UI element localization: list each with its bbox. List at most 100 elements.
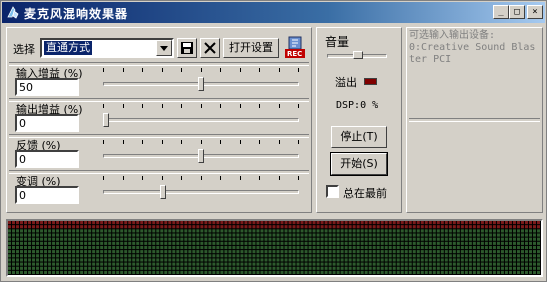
spectrum-cell: [56, 225, 60, 229]
spectrum-cell: [416, 266, 420, 270]
spectrum-cell: [184, 266, 188, 270]
spectrum-cell: [328, 229, 332, 233]
spectrum-cell: [28, 229, 32, 233]
output-gain-field[interactable]: 0: [15, 114, 79, 132]
input-gain-field[interactable]: 50: [15, 78, 79, 96]
spectrum-cell: [496, 245, 500, 250]
spectrum-cell: [308, 225, 312, 229]
spectrum-cell: [532, 245, 536, 250]
spectrum-cell: [408, 270, 412, 274]
spectrum-cell: [388, 270, 392, 274]
spectrum-cell: [164, 221, 168, 225]
spectrum-cell: [432, 229, 436, 233]
spectrum-cell: [452, 225, 456, 229]
spectrum-cell: [128, 262, 132, 266]
output-gain-thumb[interactable]: [103, 113, 109, 127]
pitch-field[interactable]: 0: [15, 186, 79, 204]
spectrum-cell: [504, 229, 508, 233]
spectrum-cell: [332, 233, 336, 237]
spectrum-cell: [280, 229, 284, 233]
spectrum-cell: [388, 250, 392, 254]
spectrum-cell: [140, 245, 144, 250]
spectrum-cell: [388, 241, 392, 245]
start-button[interactable]: 开始(S): [330, 152, 388, 176]
spectrum-cell: [432, 221, 436, 225]
spectrum-cell: [256, 270, 260, 274]
spectrum-cell: [200, 241, 204, 245]
spectrum-cell: [104, 270, 108, 274]
spectrum-cell: [132, 221, 136, 225]
spectrum-cell: [100, 225, 104, 229]
spectrum-cell: [452, 245, 456, 250]
spectrum-cell: [288, 266, 292, 270]
spectrum-cell: [420, 225, 424, 229]
feedback-thumb[interactable]: [198, 149, 204, 163]
slider-tick: [123, 68, 124, 72]
spectrum-cell: [52, 250, 56, 254]
spectrum-cell: [348, 241, 352, 245]
volume-thumb[interactable]: [353, 51, 363, 59]
pitch-thumb[interactable]: [160, 185, 166, 199]
input-gain-thumb[interactable]: [198, 77, 204, 91]
spectrum-cell: [112, 245, 116, 250]
spectrum-cell: [348, 221, 352, 225]
minimize-button[interactable]: _: [493, 5, 509, 19]
spectrum-cell: [400, 258, 404, 262]
spectrum-cell: [368, 254, 372, 258]
spectrum-cell: [364, 262, 368, 266]
spectrum-cell: [48, 241, 52, 245]
spectrum-cell: [332, 225, 336, 229]
title-bar[interactable]: 麦克风混响效果器 _ □ ×: [2, 2, 545, 23]
spectrum-cell: [100, 237, 104, 241]
preset-select[interactable]: 直通方式: [40, 38, 174, 58]
save-button[interactable]: [177, 38, 197, 58]
spectrum-cell: [440, 237, 444, 241]
spectrum-cell: [96, 266, 100, 270]
spectrum-cell: [40, 266, 44, 270]
spectrum-cell: [284, 225, 288, 229]
maximize-button[interactable]: □: [509, 5, 525, 19]
spectrum-cell: [244, 270, 248, 274]
spectrum-cell: [184, 237, 188, 241]
spectrum-cell: [332, 250, 336, 254]
close-button[interactable]: ×: [527, 5, 543, 19]
pitch-slider[interactable]: [103, 190, 299, 194]
spectrum-cell: [488, 245, 492, 250]
spectrum-cell: [416, 233, 420, 237]
spectrum-cell: [452, 254, 456, 258]
spectrum-cell: [380, 241, 384, 245]
spectrum-cell: [284, 221, 288, 225]
spectrum-cell: [340, 266, 344, 270]
spectrum-cell: [400, 250, 404, 254]
spectrum-cell: [500, 262, 504, 266]
open-settings-button[interactable]: 打开设置: [223, 38, 279, 58]
spectrum-cell: [8, 270, 12, 274]
device-item[interactable]: 0:Creative Sound Blaster PCI: [409, 42, 540, 66]
spectrum-cell: [140, 221, 144, 225]
dropdown-button[interactable]: [156, 40, 172, 56]
feedback-field[interactable]: 0: [15, 150, 79, 168]
record-button[interactable]: REC: [284, 36, 306, 60]
spectrum-cell: [104, 233, 108, 237]
output-gain-slider[interactable]: [103, 118, 299, 122]
device-list[interactable]: 可选输入输出设备: 0:Creative Sound Blaster PCI: [409, 30, 540, 116]
spectrum-cell: [84, 229, 88, 233]
spectrum-cell: [328, 237, 332, 241]
spectrum-cell: [220, 254, 224, 258]
spectrum-cell: [464, 225, 468, 229]
delete-button[interactable]: [200, 38, 220, 58]
spectrum-cell: [516, 258, 520, 262]
spectrum-cell: [412, 221, 416, 225]
spectrum-cell: [20, 258, 24, 262]
spectrum-cell: [208, 266, 212, 270]
spectrum-cell: [308, 241, 312, 245]
spectrum-cell: [500, 229, 504, 233]
spectrum-cell: [120, 258, 124, 262]
spectrum-cell: [92, 266, 96, 270]
spectrum-cell: [56, 270, 60, 274]
spectrum-cell: [404, 266, 408, 270]
spectrum-cell: [308, 270, 312, 274]
always-on-top-checkbox[interactable]: [326, 185, 339, 198]
stop-button[interactable]: 停止(T): [331, 126, 387, 148]
spectrum-cell: [508, 262, 512, 266]
